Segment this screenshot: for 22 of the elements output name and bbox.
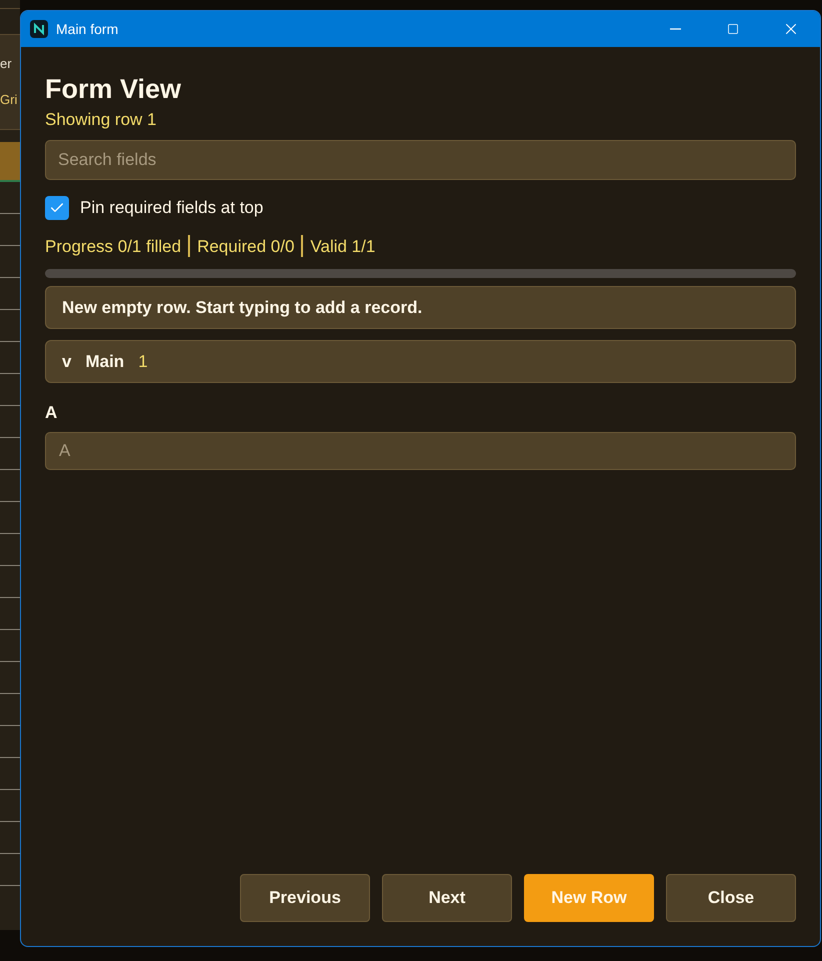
stat-text: Required 0/0 — [197, 236, 294, 258]
stat-text: Valid 1/1 — [310, 236, 376, 258]
input-field[interactable]: A — [45, 432, 796, 470]
footer-button[interactable]: Next — [382, 874, 512, 922]
background-label: Gri — [0, 93, 18, 107]
footer-button[interactable]: Close — [666, 874, 796, 922]
stat-text: Progress 0/1 filled — [45, 236, 182, 258]
app-logo-icon — [30, 20, 48, 38]
notice-text: New empty row. Start typing to add a record. — [62, 296, 422, 319]
search-field[interactable]: Search fields — [45, 140, 796, 180]
row-indicator: Showing row 1 — [45, 109, 158, 131]
section-header[interactable]: v Main 1 — [45, 340, 796, 383]
background-label: er — [0, 57, 13, 71]
maximize-icon — [727, 23, 739, 35]
pin-checkbox[interactable] — [45, 196, 69, 220]
form-heading: Form View — [45, 73, 182, 105]
pin-label: Pin required fields at top — [80, 197, 264, 219]
field-label: A — [45, 402, 58, 424]
highlight-bar — [0, 142, 20, 182]
minimize-icon — [670, 28, 680, 30]
window-title: Main form — [56, 20, 118, 38]
footer-button[interactable]: Previous — [240, 874, 370, 922]
